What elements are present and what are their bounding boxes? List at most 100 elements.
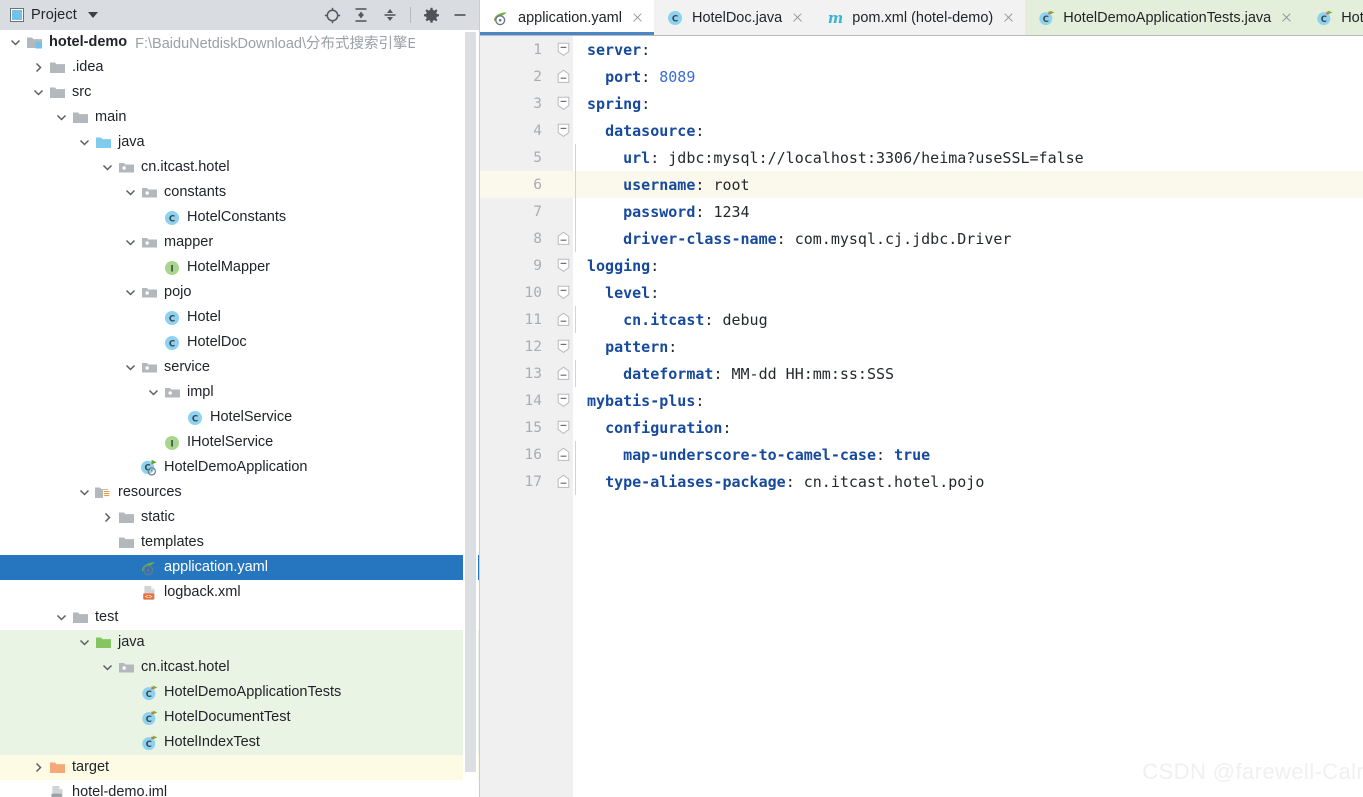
tree-row[interactable]: pojo (0, 280, 479, 305)
tree-row[interactable]: C HotelIndexTest (0, 730, 479, 755)
fold-start-icon[interactable] (553, 420, 573, 435)
code-line[interactable]: 4 datasource: (480, 117, 1363, 144)
editor-tab[interactable]: m pom.xml (hotel-demo) (814, 0, 1026, 35)
tree-row[interactable]: cn.itcast.hotel (0, 655, 479, 680)
tree-row[interactable]: resources (0, 480, 479, 505)
tree-twisty-expanded[interactable] (29, 80, 47, 105)
code-line[interactable]: 7 password: 1234 (480, 198, 1363, 225)
fold-end-icon[interactable] (553, 447, 573, 462)
code-line[interactable]: 12 pattern: (480, 333, 1363, 360)
tree-row[interactable]: src (0, 80, 479, 105)
tree-twisty-expanded[interactable] (144, 380, 162, 405)
tree-twisty-expanded[interactable] (75, 630, 93, 655)
code-lines[interactable]: 1 server: 2 port: 8089 3 spring: 4 datasource… (480, 36, 1363, 495)
tree-twisty-expanded[interactable] (121, 355, 139, 380)
code-line[interactable]: 6 username: root (480, 171, 1363, 198)
fold-end-icon[interactable] (553, 366, 573, 381)
tree-twisty-expanded[interactable] (52, 605, 70, 630)
locate-in-tree-icon[interactable] (319, 3, 345, 27)
tree-row[interactable]: service (0, 355, 479, 380)
fold-start-icon[interactable] (553, 339, 573, 354)
code-line[interactable]: 9 logging: (480, 252, 1363, 279)
tree-row[interactable]: mapper (0, 230, 479, 255)
code-line[interactable]: 15 configuration: (480, 414, 1363, 441)
tree-row[interactable]: application.yaml (0, 555, 479, 580)
fold-start-icon[interactable] (553, 42, 573, 57)
tree-row[interactable]: I IHotelService (0, 430, 479, 455)
tree-row[interactable]: target (0, 755, 479, 780)
code-line[interactable]: 14 mybatis-plus: (480, 387, 1363, 414)
code-line[interactable]: 16 map-underscore-to-camel-case: true (480, 441, 1363, 468)
tree-row[interactable]: templates (0, 530, 479, 555)
editor-tabbar[interactable]: application.yaml C HotelDoc.java m pom.xml (… (480, 0, 1363, 36)
project-panel-title-group[interactable]: Project (10, 7, 98, 23)
collapse-all-icon[interactable] (377, 3, 403, 27)
tree-row[interactable]: I HotelMapper (0, 255, 479, 280)
tree-twisty-collapsed[interactable] (29, 55, 47, 80)
tree-row[interactable]: java (0, 630, 479, 655)
fold-end-icon[interactable] (553, 69, 573, 84)
tree-row[interactable]: C HotelConstants (0, 205, 479, 230)
tree-row[interactable]: <> logback.xml (0, 580, 479, 605)
fold-end-icon[interactable] (553, 231, 573, 246)
tree-twisty-expanded[interactable] (6, 30, 24, 55)
tree-twisty-expanded[interactable] (98, 155, 116, 180)
fold-start-icon[interactable] (553, 258, 573, 273)
project-tree[interactable]: hotel-demo F:\BaiduNetdiskDownload\分布式搜索引… (0, 30, 479, 797)
tree-twisty-expanded[interactable] (75, 130, 93, 155)
code-line[interactable]: 17 type-aliases-package: cn.itcast.hotel… (480, 468, 1363, 495)
close-tab-icon[interactable] (1280, 11, 1293, 24)
fold-start-icon[interactable] (553, 393, 573, 408)
tree-row[interactable]: cn.itcast.hotel (0, 155, 479, 180)
tree-row[interactable]: main (0, 105, 479, 130)
editor-tab[interactable]: C HotelIn (1303, 0, 1363, 35)
tree-row[interactable]: java (0, 130, 479, 155)
code-viewport[interactable]: 1 server: 2 port: 8089 3 spring: 4 datasource… (480, 36, 1363, 797)
minimize-panel-icon[interactable] (447, 3, 473, 27)
tree-twisty-expanded[interactable] (121, 230, 139, 255)
sidebar-scrollbar-track[interactable] (463, 30, 478, 797)
tree-twisty-collapsed[interactable] (29, 755, 47, 780)
tree-twisty-collapsed[interactable] (98, 505, 116, 530)
tree-row[interactable]: impl (0, 380, 479, 405)
tree-row[interactable]: hotel-demo F:\BaiduNetdiskDownload\分布式搜索引… (0, 30, 479, 55)
tree-row[interactable]: C HotelDemoApplicationTests (0, 680, 479, 705)
tree-twisty-expanded[interactable] (75, 480, 93, 505)
fold-start-icon[interactable] (553, 123, 573, 138)
tree-row[interactable]: hotel-demo.iml (0, 780, 479, 797)
tree-row[interactable]: C HotelDoc (0, 330, 479, 355)
tree-row[interactable]: C Hotel (0, 305, 479, 330)
fold-end-icon[interactable] (553, 312, 573, 327)
code-line[interactable]: 2 port: 8089 (480, 63, 1363, 90)
code-line[interactable]: 5 url: jdbc:mysql://localhost:3306/heima… (480, 144, 1363, 171)
tree-twisty-expanded[interactable] (121, 180, 139, 205)
code-line[interactable]: 3 spring: (480, 90, 1363, 117)
close-tab-icon[interactable] (631, 11, 644, 24)
close-tab-icon[interactable] (791, 11, 804, 24)
chevron-down-icon[interactable] (87, 12, 98, 18)
expand-all-icon[interactable] (348, 3, 374, 27)
tree-twisty-expanded[interactable] (98, 655, 116, 680)
tree-row[interactable]: C HotelDemoApplication (0, 455, 479, 480)
tree-row[interactable]: C HotelService (0, 405, 479, 430)
tree-row[interactable]: .idea (0, 55, 479, 80)
tree-row[interactable]: test (0, 605, 479, 630)
fold-start-icon[interactable] (553, 285, 573, 300)
code-line[interactable]: 10 level: (480, 279, 1363, 306)
code-line[interactable]: 13 dateformat: MM-dd HH:mm:ss:SSS (480, 360, 1363, 387)
editor-tab[interactable]: C HotelDemoApplicationTests.java (1025, 0, 1304, 35)
tree-twisty-expanded[interactable] (52, 105, 70, 130)
sidebar-scrollbar-thumb[interactable] (465, 32, 476, 772)
fold-end-icon[interactable] (553, 474, 573, 489)
tree-row[interactable]: constants (0, 180, 479, 205)
fold-start-icon[interactable] (553, 96, 573, 111)
editor-tab[interactable]: application.yaml (480, 0, 654, 35)
tree-row[interactable]: C HotelDocumentTest (0, 705, 479, 730)
tree-row[interactable]: static (0, 505, 479, 530)
editor-tab[interactable]: C HotelDoc.java (653, 0, 815, 35)
settings-gear-icon[interactable] (418, 3, 444, 27)
close-tab-icon[interactable] (1002, 11, 1015, 24)
code-line[interactable]: 11 cn.itcast: debug (480, 306, 1363, 333)
code-line[interactable]: 8 driver-class-name: com.mysql.cj.jdbc.D… (480, 225, 1363, 252)
tree-twisty-expanded[interactable] (121, 280, 139, 305)
